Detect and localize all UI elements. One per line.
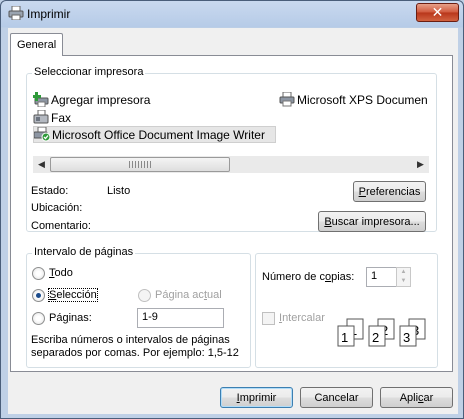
preferences-label-rest: referencias	[365, 185, 421, 198]
add-printer-icon	[33, 92, 49, 107]
select-printer-label: Seleccionar impresora	[32, 66, 146, 78]
copies-spinner[interactable]: ▲ ▼	[396, 267, 411, 287]
location-label: Ubicación:	[31, 202, 83, 214]
printer-icon	[279, 92, 295, 107]
apply-label-rest: ar	[423, 391, 434, 404]
collate-label: Intercalar	[279, 312, 325, 324]
print-button[interactable]: Imprimir	[220, 387, 293, 408]
collate-stack-2: 2 2	[368, 318, 395, 347]
printer-icon	[8, 6, 24, 20]
radio-pages-label: Páginas:	[49, 312, 92, 324]
radio-current-page-label: Página actual	[155, 289, 222, 301]
collate-stack-3: 3 3	[399, 318, 426, 347]
find-printer-button[interactable]: Buscar impresora...	[318, 211, 426, 232]
select-printer-group: Seleccionar impresora Agregar impresora	[26, 66, 437, 232]
dialog-client-area: General Seleccionar impresora Agregar im…	[8, 28, 458, 414]
page-range-hint-line2: separados por comas. Por ejemplo: 1,5-12	[31, 347, 239, 359]
collate-pages-icon: 1 1 2 2 3 3	[337, 318, 426, 347]
printer-item-label: Fax	[51, 110, 72, 125]
print-dialog-window: Imprimir ✕ General Seleccionar impresora…	[0, 0, 464, 419]
copies-label-text-rest: pias:	[331, 271, 355, 283]
scroll-thumb[interactable]	[50, 157, 230, 172]
page-range-hint-line1: Escriba números o intervalos de páginas	[31, 334, 230, 346]
printer-item-office-writer[interactable]: Microsoft Office Document Image Writer	[33, 126, 276, 143]
close-button[interactable]: ✕	[416, 3, 459, 22]
print-label-rest: mprimir	[239, 391, 277, 404]
grip-icon	[129, 161, 151, 168]
collate-checkbox[interactable]	[262, 312, 275, 325]
pages-input[interactable]: 1-9	[137, 308, 224, 328]
collate-text-rest: ntercalar	[282, 312, 325, 324]
collate-stack-1: 1 1	[337, 318, 364, 347]
radio-pages[interactable]	[32, 312, 45, 325]
tab-panel-general: Seleccionar impresora Agregar impresora	[10, 55, 453, 372]
printer-item-fax[interactable]: Fax	[33, 109, 71, 126]
find-printer-label-rest: uscar impresora...	[331, 215, 420, 228]
spin-up-icon[interactable]: ▲	[397, 268, 410, 277]
printer-item-label: Microsoft XPS Documen	[297, 92, 428, 107]
radio-all-text-rest: odo	[54, 267, 73, 279]
close-icon: ✕	[431, 4, 444, 21]
status-value: Listo	[107, 185, 131, 197]
scroll-right-arrow-icon[interactable]: ▶	[412, 156, 429, 173]
collate-page-number: 3	[403, 330, 410, 345]
radio-current-page-text: Página ac	[155, 289, 204, 301]
scroll-left-arrow-icon[interactable]: ◀	[33, 156, 50, 173]
tab-general[interactable]: General	[10, 33, 63, 56]
printer-item-xps[interactable]: Microsoft XPS Documen	[279, 91, 428, 108]
status-label: Estado:	[31, 185, 69, 197]
radio-selection-label: Selección	[48, 288, 98, 302]
radio-current-page[interactable]	[138, 289, 151, 302]
copies-input[interactable]: 1	[366, 267, 397, 287]
page-range-label: Intervalo de páginas	[32, 246, 136, 258]
copies-group: Número de copias: 1 ▲ ▼ Intercalar 1 1	[255, 253, 438, 368]
collate-page-number: 1	[341, 330, 348, 345]
title-bar[interactable]: Imprimir ✕	[1, 1, 463, 27]
radio-pages-text-rest: inas:	[68, 312, 92, 324]
page-range-group: Intervalo de páginas Todo Selección Pági…	[26, 246, 251, 368]
radio-current-page-text-rest: ual	[207, 289, 222, 301]
preferences-hotkey: P	[358, 185, 366, 198]
printer-list-scrollbar[interactable]: ◀ ▶	[33, 156, 429, 173]
find-printer-hotkey: B	[324, 215, 332, 228]
collate-page-number: 2	[372, 330, 379, 345]
radio-selection-text-rest: elección	[56, 289, 97, 301]
radio-all-label: Todo	[49, 267, 73, 279]
radio-pages-text: Pá	[49, 312, 63, 324]
preferences-button[interactable]: Preferencias	[353, 181, 426, 202]
printer-item-label: Agregar impresora	[51, 92, 151, 107]
fax-icon	[33, 110, 49, 124]
apply-button[interactable]: Apli c ar	[380, 387, 453, 408]
cancel-button[interactable]: Cancelar	[300, 387, 373, 408]
default-printer-icon	[34, 127, 50, 142]
printer-item-label: Microsoft Office Document Image Writer	[52, 127, 265, 142]
comment-label: Comentario:	[31, 220, 91, 232]
radio-selection[interactable]	[32, 289, 45, 302]
apply-label: Apli	[399, 391, 419, 404]
spin-down-icon[interactable]: ▼	[397, 277, 410, 286]
copies-label-text: Número de c	[262, 271, 325, 283]
radio-all[interactable]	[32, 267, 45, 280]
copies-label: Número de copias:	[262, 271, 354, 283]
window-title: Imprimir	[27, 7, 71, 21]
printer-item-add[interactable]: Agregar impresora	[33, 91, 150, 108]
